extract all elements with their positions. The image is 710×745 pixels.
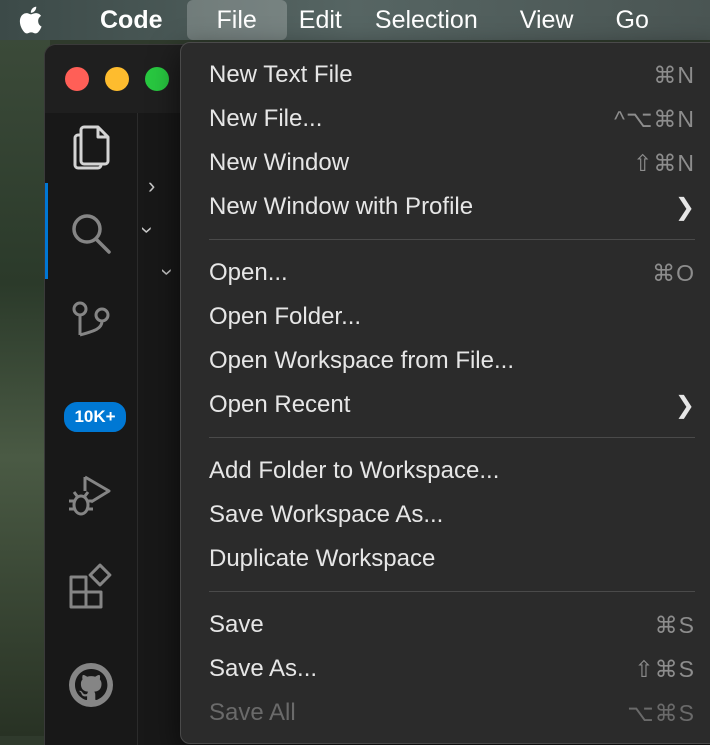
github-icon[interactable]: [65, 659, 117, 711]
menu-view[interactable]: View: [499, 0, 595, 40]
menu-item-open-workspace-from-file[interactable]: Open Workspace from File...: [209, 341, 695, 381]
menu-item-label: Open Recent: [209, 391, 351, 418]
chevron-down-icon[interactable]: ›: [155, 268, 181, 275]
menu-item-label: Duplicate Workspace: [209, 545, 436, 572]
shortcut-label: ⌘S: [654, 611, 695, 638]
shortcut-label: ⇧⌘S: [634, 655, 695, 682]
menu-item-label: New Window with Profile: [209, 193, 474, 220]
menu-item-save-as[interactable]: Save As... ⇧⌘S: [209, 649, 695, 689]
menu-item-open-recent[interactable]: Open Recent ❯: [209, 385, 695, 425]
menu-item-label: Save: [209, 611, 264, 638]
menu-item-new-window[interactable]: New Window ⇧⌘N: [209, 143, 695, 183]
menu-item-label: Save All: [209, 699, 296, 726]
maximize-window-button[interactable]: [145, 67, 169, 91]
menu-item-label: Add Folder to Workspace...: [209, 457, 500, 484]
menu-item-label: Open Folder...: [209, 303, 362, 330]
shortcut-label: ⇧⌘N: [633, 149, 695, 176]
chevron-down-icon[interactable]: ›: [135, 226, 161, 233]
menu-separator: [209, 437, 695, 438]
activity-bar: 10K+: [45, 113, 138, 745]
menu-separator: [209, 239, 695, 240]
shortcut-label: ⌘O: [652, 259, 695, 286]
shortcut-label: ⌘N: [653, 61, 695, 88]
menu-item-new-file[interactable]: New File... ^⌥⌘N: [209, 99, 695, 139]
files-icon[interactable]: [65, 121, 117, 173]
menu-item-save[interactable]: Save ⌘S: [209, 605, 695, 645]
menu-item-save-workspace-as[interactable]: Save Workspace As...: [209, 495, 695, 535]
shortcut-label: ^⌥⌘N: [614, 105, 695, 132]
menu-item-label: Save As...: [209, 655, 318, 682]
menu-item-new-text-file[interactable]: New Text File ⌘N: [209, 55, 695, 95]
menu-app-code[interactable]: Code: [60, 0, 187, 40]
close-window-button[interactable]: [65, 67, 89, 91]
menu-item-duplicate-workspace[interactable]: Duplicate Workspace: [209, 539, 695, 579]
menu-item-open-folder[interactable]: Open Folder...: [209, 297, 695, 337]
apple-logo-icon[interactable]: [0, 0, 60, 40]
submenu-chevron-icon: ❯: [674, 193, 695, 221]
source-control-icon[interactable]: [65, 299, 117, 351]
mac-menubar: Code File Edit Selection View Go: [0, 0, 710, 40]
shortcut-label: ⌥⌘S: [627, 699, 695, 726]
menu-go[interactable]: Go: [595, 0, 670, 40]
menu-item-label: Open...: [209, 259, 288, 286]
menu-item-label: New Window: [209, 149, 350, 176]
menu-edit[interactable]: Edit: [287, 0, 354, 40]
active-indicator: [45, 183, 48, 279]
extensions-icon[interactable]: [65, 563, 117, 615]
search-icon[interactable]: [65, 209, 117, 261]
menu-item-label: New Text File: [209, 61, 353, 88]
menu-item-new-window-with-profile[interactable]: New Window with Profile ❯: [209, 187, 695, 227]
menu-item-open[interactable]: Open... ⌘O: [209, 253, 695, 293]
run-debug-icon[interactable]: [65, 469, 117, 521]
menu-item-label: Save Workspace As...: [209, 501, 444, 528]
menu-item-label: New File...: [209, 105, 323, 132]
minimize-window-button[interactable]: [105, 67, 129, 91]
menu-item-save-all[interactable]: Save All ⌥⌘S: [209, 693, 695, 733]
menu-file[interactable]: File: [186, 0, 287, 40]
menu-selection[interactable]: Selection: [354, 0, 499, 40]
menu-separator: [209, 591, 695, 592]
desktop-wallpaper: [0, 40, 50, 736]
chevron-right-icon[interactable]: ›: [148, 173, 155, 199]
file-menu-dropdown: New Text File ⌘N New File... ^⌥⌘N New Wi…: [180, 42, 710, 744]
submenu-chevron-icon: ❯: [674, 391, 695, 419]
menu-item-label: Open Workspace from File...: [209, 347, 514, 374]
source-control-badge: 10K+: [62, 400, 128, 434]
menu-item-add-folder-to-workspace[interactable]: Add Folder to Workspace...: [209, 451, 695, 491]
